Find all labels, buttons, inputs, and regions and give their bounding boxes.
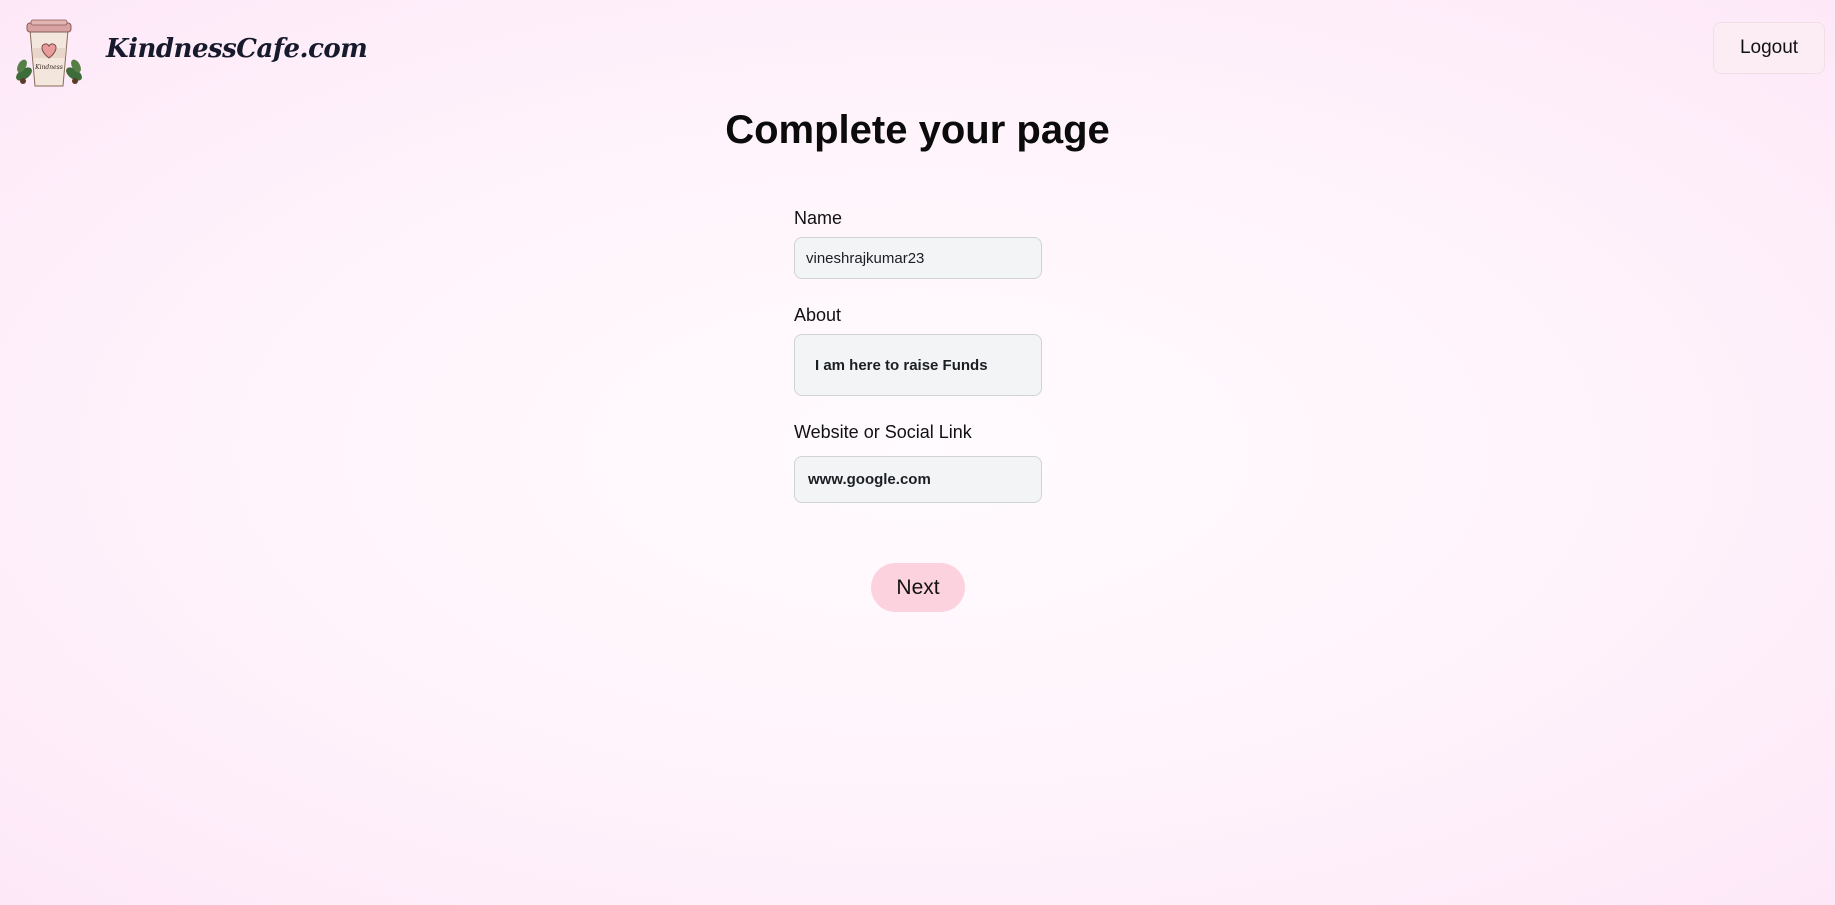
website-field[interactable]: www.google.com — [794, 456, 1042, 503]
about-field[interactable]: I am here to raise Funds — [794, 334, 1042, 396]
header: Kindness KindnessCafe.com Logout — [0, 0, 1835, 100]
next-button[interactable]: Next — [871, 563, 965, 612]
logo-cup-text: Kindness — [34, 64, 63, 71]
name-label: Name — [794, 208, 843, 228]
page-title: Complete your page — [725, 108, 1110, 152]
name-field[interactable]: vineshrajkumar23 — [794, 237, 1042, 279]
website-label: Website or Social Link — [794, 422, 972, 442]
about-label: About — [794, 305, 842, 325]
logout-button[interactable]: Logout — [1713, 22, 1825, 74]
coffee-cup-logo-icon[interactable]: Kindness — [14, 18, 84, 88]
brand-name[interactable]: KindnessCafe.com — [106, 34, 368, 64]
